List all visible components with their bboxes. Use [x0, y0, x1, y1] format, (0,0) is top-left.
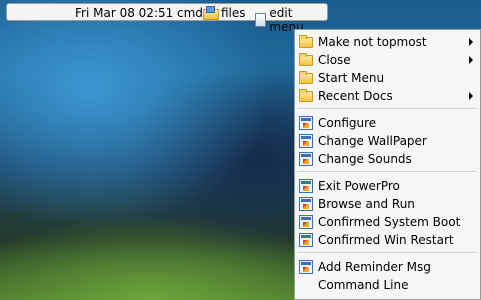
- folder-icon: [299, 70, 313, 84]
- menu-item-icon-slot: [298, 134, 314, 148]
- cmd-button[interactable]: cmd: [177, 6, 203, 20]
- powerpro-bar: Fri Mar 08 02:51 cmd files edit menu: [6, 3, 328, 34]
- menu-item-label: Make not topmost: [318, 35, 427, 49]
- menu-item-label: Add Reminder Msg: [318, 260, 431, 274]
- menu-item-change-sounds[interactable]: Change Sounds: [298, 150, 478, 168]
- clock-label: Fri Mar 08 02:51: [75, 6, 174, 20]
- menu-item-close[interactable]: Close: [298, 51, 478, 69]
- menu-item-confirmed-win-restart[interactable]: Confirmed Win Restart: [298, 231, 478, 249]
- menu-item-icon-slot: [298, 70, 314, 84]
- program-icon: [299, 179, 313, 193]
- context-menu: Make not topmost Close Start Menu Recent Do…: [294, 29, 481, 300]
- menu-item-make-not-topmost[interactable]: Make not topmost: [298, 33, 478, 51]
- submenu-arrow-icon: [469, 92, 473, 100]
- menu-item-label: Confirmed Win Restart: [318, 233, 454, 247]
- menu-item-add-reminder-msg[interactable]: Add Reminder Msg: [298, 258, 478, 276]
- menu-item-confirmed-system-boot[interactable]: Confirmed System Boot: [298, 213, 478, 231]
- menu-item-label: Exit PowerPro: [318, 179, 400, 193]
- files-button[interactable]: files: [203, 6, 246, 20]
- folder-icon: [299, 52, 313, 66]
- menu-item-label: Change WallPaper: [318, 134, 427, 148]
- files-folder-icon: [203, 6, 219, 20]
- menu-item-browse-and-run[interactable]: Browse and Run: [298, 195, 478, 213]
- menu-item-exit-powerpro[interactable]: Exit PowerPro: [298, 177, 478, 195]
- menu-item-label: Command Line: [318, 278, 409, 292]
- program-icon: [299, 152, 313, 166]
- menu-item-label: Confirmed System Boot: [318, 215, 461, 229]
- submenu-arrow-icon: [469, 38, 473, 46]
- folder-icon: [299, 88, 313, 102]
- menu-item-icon-slot: [298, 88, 314, 102]
- menu-separator: [298, 108, 477, 110]
- program-icon: [299, 260, 313, 274]
- menu-item-icon-slot: [298, 34, 314, 48]
- program-icon: [299, 215, 313, 229]
- menu-item-icon-slot: [298, 197, 314, 211]
- menu-item-icon-slot: [298, 233, 314, 247]
- menu-item-label: Close: [318, 53, 351, 67]
- menu-item-start-menu[interactable]: Start Menu: [298, 69, 478, 87]
- menu-item-label: Configure: [318, 116, 377, 130]
- submenu-arrow-icon: [469, 56, 473, 64]
- menu-item-label: Change Sounds: [318, 152, 412, 166]
- document-icon: [255, 13, 267, 27]
- menu-item-change-wallpaper[interactable]: Change WallPaper: [298, 132, 478, 150]
- menu-item-icon-slot: [298, 260, 314, 274]
- menu-item-icon-slot: [298, 179, 314, 193]
- menu-item-icon-slot: [298, 52, 314, 66]
- program-icon: [299, 233, 313, 247]
- program-icon: [299, 116, 313, 130]
- menu-separator: [298, 252, 477, 254]
- folder-icon: [299, 34, 313, 48]
- menu-separator: [298, 171, 477, 173]
- menu-item-label: Browse and Run: [318, 197, 415, 211]
- menu-item-label: Start Menu: [318, 71, 385, 85]
- program-icon: [299, 134, 313, 148]
- menu-item-configure[interactable]: Configure: [298, 114, 478, 132]
- files-label: files: [221, 6, 246, 20]
- menu-item-icon-slot: [298, 116, 314, 130]
- menu-item-icon-slot: [298, 215, 314, 229]
- menu-item-label: Recent Docs: [318, 89, 393, 103]
- menu-item-icon-slot: [298, 152, 314, 166]
- menu-item-recent-docs[interactable]: Recent Docs: [298, 87, 478, 105]
- menu-item-command-line[interactable]: Command Line: [298, 276, 478, 294]
- program-icon: [299, 197, 313, 211]
